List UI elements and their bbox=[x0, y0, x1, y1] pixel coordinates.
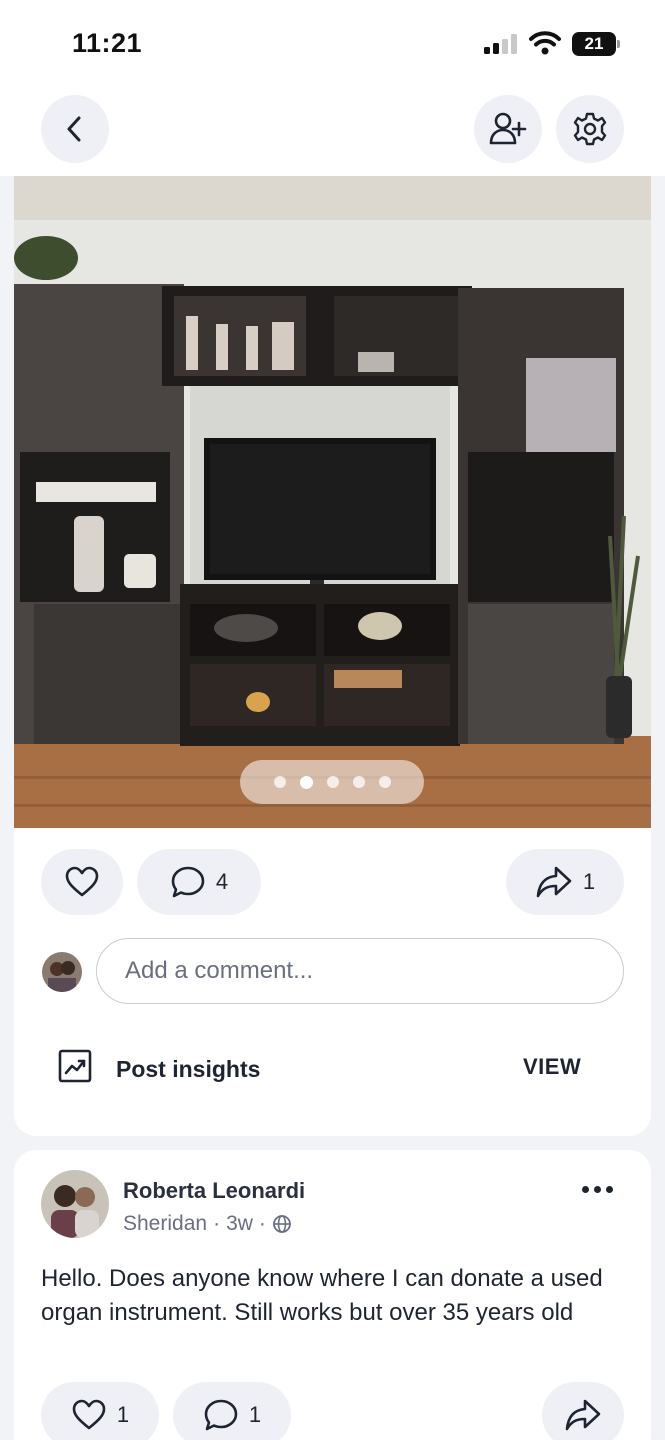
more-horizontal-icon bbox=[582, 1185, 589, 1193]
battery-icon: 21 bbox=[572, 32, 620, 56]
post-location: Sheridan bbox=[123, 1212, 208, 1235]
status-time: 11:21 bbox=[72, 28, 143, 58]
top-nav bbox=[0, 86, 665, 176]
post-body-text: Hello. Does anyone know where I can dona… bbox=[41, 1265, 603, 1326]
status-bar: 11:21 21 bbox=[0, 0, 665, 86]
post-insights-label: Post insights bbox=[116, 1056, 261, 1082]
heart-icon bbox=[72, 1399, 106, 1430]
current-user-avatar bbox=[42, 952, 82, 992]
share-button[interactable] bbox=[542, 1382, 624, 1440]
share-button[interactable]: 1 bbox=[506, 849, 624, 915]
chevron-left-icon bbox=[67, 116, 81, 142]
carousel-dot[interactable] bbox=[352, 776, 365, 788]
meta-separator: · bbox=[213, 1212, 221, 1235]
view-insights-button[interactable]: VIEW bbox=[523, 1054, 581, 1080]
add-user-icon bbox=[489, 112, 527, 145]
post-photo[interactable] bbox=[14, 176, 651, 828]
comment-count: 1 bbox=[248, 1402, 262, 1427]
globe-icon bbox=[273, 1215, 291, 1233]
like-count: 1 bbox=[116, 1402, 130, 1427]
carousel-dot[interactable] bbox=[326, 776, 339, 788]
comment-button[interactable]: 4 bbox=[137, 849, 261, 915]
post-card: 4 1 Add a comment... Post insights VIEW bbox=[14, 176, 651, 1136]
more-options-button[interactable] bbox=[582, 1182, 616, 1196]
post-age: 3w bbox=[226, 1212, 253, 1235]
author-name[interactable]: Roberta Leonardi bbox=[123, 1178, 305, 1204]
wifi-icon bbox=[529, 31, 561, 55]
post-meta: Sheridan · 3w · bbox=[123, 1212, 292, 1236]
carousel-dot[interactable] bbox=[378, 776, 391, 788]
comment-button[interactable]: 1 bbox=[173, 1382, 291, 1440]
like-button[interactable] bbox=[41, 849, 123, 915]
next-post-card: Roberta Leonardi Sheridan · 3w · Hello. … bbox=[14, 1150, 651, 1440]
gear-icon bbox=[573, 112, 607, 146]
cellular-signal-icon bbox=[484, 34, 517, 54]
carousel-dot-active[interactable] bbox=[299, 775, 313, 789]
comment-count: 4 bbox=[215, 869, 229, 894]
comment-icon bbox=[204, 1399, 238, 1431]
meta-separator: · bbox=[258, 1212, 266, 1235]
settings-button[interactable] bbox=[556, 95, 624, 163]
trend-chart-icon bbox=[58, 1049, 92, 1083]
author-avatar[interactable] bbox=[41, 1170, 109, 1238]
comment-icon bbox=[171, 866, 205, 898]
comment-input[interactable]: Add a comment... bbox=[96, 938, 624, 1004]
heart-icon bbox=[65, 866, 99, 897]
share-icon bbox=[565, 1399, 601, 1431]
like-button[interactable]: 1 bbox=[41, 1382, 159, 1440]
back-button[interactable] bbox=[41, 95, 109, 163]
add-user-button[interactable] bbox=[474, 95, 542, 163]
share-count: 1 bbox=[582, 869, 596, 894]
carousel-pager[interactable] bbox=[240, 760, 424, 804]
comment-placeholder: Add a comment... bbox=[125, 957, 314, 984]
share-icon bbox=[536, 866, 572, 898]
carousel-dot[interactable] bbox=[273, 776, 286, 788]
battery-level: 21 bbox=[572, 32, 616, 56]
